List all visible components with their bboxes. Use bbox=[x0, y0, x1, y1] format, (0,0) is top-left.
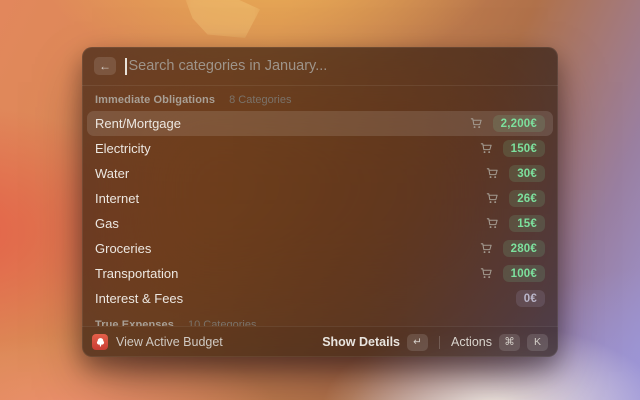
tree-glyph bbox=[96, 337, 104, 347]
show-details-button[interactable]: Show Details ↵ bbox=[322, 333, 428, 351]
category-name: Rent/Mortgage bbox=[95, 116, 181, 131]
amount-badge: 280€ bbox=[502, 240, 545, 257]
section-header: Immediate Obligations 8 Categories bbox=[87, 86, 553, 111]
back-button[interactable]: ← bbox=[94, 57, 116, 75]
cart-icon bbox=[480, 267, 493, 280]
amount-badge: 150€ bbox=[502, 140, 545, 157]
category-row[interactable]: Water 30€ bbox=[87, 161, 553, 186]
cart-icon bbox=[486, 167, 499, 180]
cart-icon bbox=[480, 242, 493, 255]
category-name: Water bbox=[95, 166, 130, 181]
enter-key-badge: ↵ bbox=[407, 333, 428, 351]
category-row-right: 15€ bbox=[486, 215, 545, 232]
category-name: Groceries bbox=[95, 241, 152, 256]
cart-icon bbox=[486, 192, 499, 205]
show-details-label: Show Details bbox=[322, 335, 400, 349]
amount-badge: 0€ bbox=[515, 290, 545, 307]
section-title: True Expenses bbox=[95, 319, 174, 326]
category-name: Transportation bbox=[95, 266, 179, 281]
category-row-right: 150€ bbox=[480, 140, 545, 157]
category-row[interactable]: Gas 15€ bbox=[87, 211, 553, 236]
category-name: Gas bbox=[95, 216, 119, 231]
category-row[interactable]: Groceries 280€ bbox=[87, 236, 553, 261]
budget-app-icon bbox=[92, 334, 108, 350]
category-list: Immediate Obligations 8 Categories Rent/Mo… bbox=[82, 86, 558, 326]
footer-app-info: View Active Budget bbox=[92, 334, 223, 350]
section-title: Immediate Obligations bbox=[95, 94, 216, 106]
back-arrow-icon: ← bbox=[99, 59, 111, 73]
category-name: Internet bbox=[95, 191, 140, 206]
cmd-key-badge: ⌘ bbox=[499, 333, 520, 351]
amount-badge: 2,200€ bbox=[492, 115, 545, 132]
amount-badge: 100€ bbox=[502, 265, 545, 282]
category-row-right: 280€ bbox=[480, 240, 545, 257]
k-key-badge: K bbox=[527, 333, 548, 351]
category-row[interactable]: Transportation 100€ bbox=[87, 261, 553, 286]
footer-divider bbox=[439, 335, 440, 349]
search-input[interactable]: Search categories in January... bbox=[129, 58, 547, 74]
amount-badge: 26€ bbox=[509, 190, 545, 207]
amount-badge: 15€ bbox=[509, 215, 545, 232]
category-row-right: 26€ bbox=[486, 190, 545, 207]
cart-icon bbox=[480, 142, 493, 155]
cart-icon bbox=[486, 217, 499, 230]
footer-actions: Show Details ↵ Actions ⌘ K bbox=[322, 333, 548, 351]
text-caret bbox=[125, 57, 127, 75]
category-row[interactable]: Rent/Mortgage 2,200€ bbox=[87, 111, 553, 136]
actions-button[interactable]: Actions ⌘ K bbox=[451, 333, 548, 351]
search-bar: ← Search categories in January... bbox=[82, 47, 558, 86]
raycast-window: ← Search categories in January... Immedi… bbox=[82, 47, 558, 357]
cart-icon bbox=[470, 117, 483, 130]
actions-label: Actions bbox=[451, 335, 492, 349]
category-row[interactable]: Internet 26€ bbox=[87, 186, 553, 211]
category-row-right: 2,200€ bbox=[470, 115, 545, 132]
amount-badge: 30€ bbox=[509, 165, 545, 182]
category-row[interactable]: Electricity 150€ bbox=[87, 136, 553, 161]
category-row-right: 100€ bbox=[480, 265, 545, 282]
category-name: Interest & Fees bbox=[95, 291, 184, 306]
category-row[interactable]: Interest & Fees 0€ bbox=[87, 286, 553, 311]
footer-command-label: View Active Budget bbox=[116, 335, 223, 349]
section-header: True Expenses 10 Categories bbox=[87, 311, 553, 326]
section-count: 10 Categories bbox=[187, 319, 257, 326]
wallpaper-cursor-silhouette bbox=[185, 0, 260, 38]
footer-bar: View Active Budget Show Details ↵ Action… bbox=[82, 326, 558, 357]
category-row-right: 30€ bbox=[486, 165, 545, 182]
section-count: 8 Categories bbox=[229, 94, 292, 106]
desktop-wallpaper: ← Search categories in January... Immedi… bbox=[0, 0, 640, 400]
category-name: Electricity bbox=[95, 141, 151, 156]
category-row-right: 0€ bbox=[515, 290, 545, 307]
